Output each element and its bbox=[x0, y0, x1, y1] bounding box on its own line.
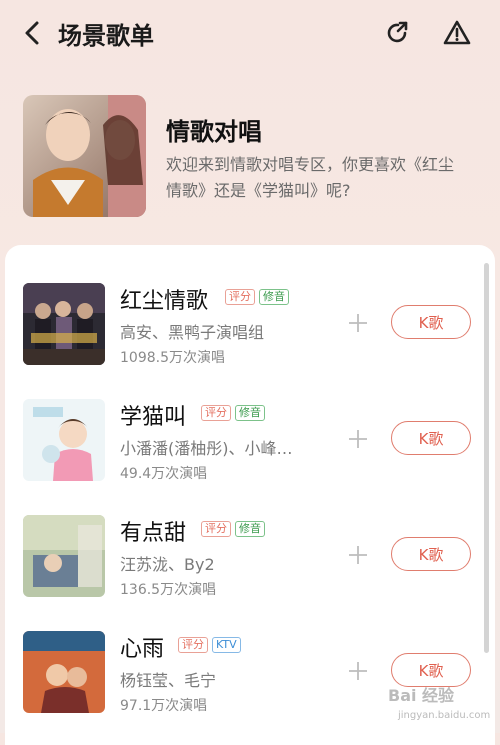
add-button[interactable] bbox=[346, 543, 370, 567]
song-tags: 评分 修音 bbox=[225, 289, 289, 305]
song-cover-image bbox=[23, 399, 105, 481]
playlist-title: 情歌对唱 bbox=[166, 118, 262, 146]
playlist-cover-image bbox=[23, 95, 146, 217]
pitch-fix-tag: 修音 bbox=[259, 289, 289, 305]
score-tag: 评分 bbox=[225, 289, 255, 305]
score-tag: 评分 bbox=[201, 405, 231, 421]
top-bar: 场景歌单 bbox=[0, 0, 500, 68]
song-tags: 评分 修音 bbox=[201, 521, 265, 537]
song-cover-image bbox=[23, 515, 105, 597]
add-button[interactable] bbox=[346, 427, 370, 451]
song-artist: 杨钰莹、毛宁 bbox=[120, 671, 217, 690]
song-title: 红尘情歌 bbox=[120, 289, 209, 314]
song-artist: 小潘潘(潘柚彤)、小峰… bbox=[120, 439, 293, 458]
song-play-count: 136.5万次演唱 bbox=[120, 582, 217, 598]
score-tag: 评分 bbox=[201, 521, 231, 537]
song-tags: 评分 修音 bbox=[201, 405, 265, 421]
page-title: 场景歌单 bbox=[58, 22, 154, 50]
add-button[interactable] bbox=[346, 311, 370, 335]
plus-icon bbox=[349, 314, 367, 332]
sing-button[interactable]: K歌 bbox=[391, 305, 471, 339]
sing-button[interactable]: K歌 bbox=[391, 537, 471, 571]
song-play-count: 49.4万次演唱 bbox=[120, 466, 208, 482]
song-artist: 汪苏泷、By2 bbox=[120, 555, 215, 574]
list-item[interactable]: 学猫叫 评分 修音 小潘潘(潘柚彤)、小峰… 49.4万次演唱 K歌 bbox=[5, 399, 485, 499]
chevron-left-icon bbox=[25, 21, 39, 45]
plus-icon bbox=[349, 546, 367, 564]
song-list[interactable]: 红尘情歌 评分 修音 高安、黑鸭子演唱组 1098.5万次演唱 K歌 学猫叫 评… bbox=[5, 245, 495, 745]
back-button[interactable] bbox=[18, 18, 46, 48]
share-button[interactable] bbox=[383, 18, 413, 48]
song-title: 心雨 bbox=[120, 637, 165, 662]
score-tag: 评分 bbox=[178, 637, 208, 653]
song-title: 有点甜 bbox=[120, 521, 187, 546]
song-title: 学猫叫 bbox=[120, 405, 187, 430]
song-play-count: 97.1万次演唱 bbox=[120, 698, 208, 714]
list-item[interactable]: 有点甜 评分 修音 汪苏泷、By2 136.5万次演唱 K歌 bbox=[5, 515, 485, 615]
song-play-count: 1098.5万次演唱 bbox=[120, 350, 225, 366]
watermark-url: jingyan.baidu.com bbox=[398, 710, 491, 721]
watermark-logo: Bai 经验 bbox=[388, 686, 455, 705]
plus-icon bbox=[349, 662, 367, 680]
song-cover-image bbox=[23, 631, 105, 713]
list-item[interactable]: 红尘情歌 评分 修音 高安、黑鸭子演唱组 1098.5万次演唱 K歌 bbox=[5, 283, 485, 383]
song-cover-image bbox=[23, 283, 105, 365]
song-artist: 高安、黑鸭子演唱组 bbox=[120, 323, 265, 342]
ktv-tag: KTV bbox=[212, 637, 241, 653]
pitch-fix-tag: 修音 bbox=[235, 405, 265, 421]
playlist-description: 欢迎来到情歌对唱专区，你更喜欢《红尘情歌》还是《学猫叫》呢? bbox=[166, 155, 455, 200]
plus-icon bbox=[349, 430, 367, 448]
share-icon bbox=[387, 21, 408, 43]
sing-button[interactable]: K歌 bbox=[391, 421, 471, 455]
song-tags: 评分 KTV bbox=[178, 637, 241, 653]
warning-icon bbox=[443, 20, 471, 45]
add-button[interactable] bbox=[346, 659, 370, 683]
playlist-header: 情歌对唱 欢迎来到情歌对唱专区，你更喜欢《红尘情歌》还是《学猫叫》呢? bbox=[0, 80, 500, 230]
pitch-fix-tag: 修音 bbox=[235, 521, 265, 537]
report-button[interactable] bbox=[442, 18, 472, 48]
